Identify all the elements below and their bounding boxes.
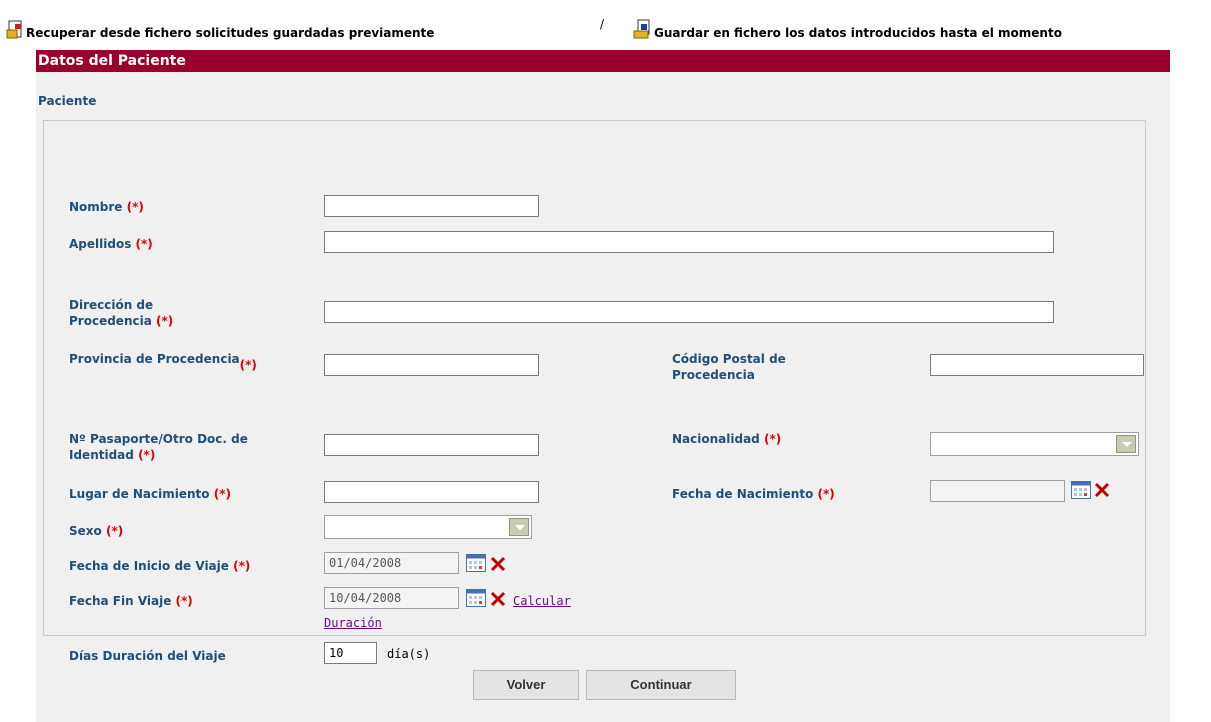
clear-x-icon[interactable] — [490, 556, 506, 572]
clear-x-icon[interactable] — [1094, 482, 1110, 498]
pasaporte-input[interactable] — [324, 434, 539, 456]
apellidos-input[interactable] — [324, 231, 1054, 253]
save-label: Guardar en fichero los datos introducido… — [654, 26, 1062, 40]
nacionalidad-label: Nacionalidad (*) — [672, 432, 782, 446]
direccion-input[interactable] — [324, 301, 1054, 323]
nombre-label: Nombre (*) — [69, 200, 144, 214]
calcular-duracion-link[interactable]: Calcular — [513, 594, 571, 608]
recover-link[interactable]: Recuperar desde fichero solicitudes guar… — [4, 18, 434, 40]
codigo-postal-label: Código Postal de Procedencia — [672, 352, 786, 382]
fecha-fin-input[interactable] — [324, 587, 459, 609]
apellidos-label: Apellidos (*) — [69, 237, 153, 251]
continuar-button[interactable]: Continuar — [586, 670, 736, 700]
pasaporte-label: Nº Pasaporte/Otro Doc. de Identidad (*) — [69, 432, 248, 462]
direccion-label: Dirección de Procedencia (*) — [69, 298, 174, 328]
toolbar-separator: / — [600, 17, 605, 31]
patient-fieldset: Nombre (*) Apellidos (*) Dirección de Pr… — [43, 120, 1146, 664]
lugar-nacimiento-label: Lugar de Nacimiento (*) — [69, 487, 231, 501]
fecha-inicio-input[interactable] — [324, 552, 459, 574]
clear-x-icon[interactable] — [490, 591, 506, 607]
calendar-icon[interactable] — [1071, 481, 1091, 499]
calendar-icon[interactable] — [466, 589, 486, 607]
lugar-nacimiento-input[interactable] — [324, 481, 539, 503]
save-link[interactable]: Guardar en fichero los datos introducido… — [632, 18, 1062, 40]
file-toolbar: Recuperar desde fichero solicitudes guar… — [0, 0, 1211, 44]
section-title: Paciente — [38, 94, 97, 108]
open-file-icon — [6, 20, 22, 39]
recover-label: Recuperar desde fichero solicitudes guar… — [26, 26, 435, 40]
patient-panel: Datos del Paciente Paciente Nombre (*) A… — [36, 50, 1170, 722]
calendar-icon[interactable] — [466, 554, 486, 572]
volver-button[interactable]: Volver — [473, 670, 579, 700]
calcular-duracion-link-cont[interactable]: Duración — [324, 616, 382, 630]
fecha-nacimiento-label: Fecha de Nacimiento (*) — [672, 487, 835, 501]
provincia-input[interactable] — [324, 354, 539, 376]
sexo-label: Sexo (*) — [69, 524, 124, 538]
fecha-inicio-label: Fecha de Inicio de Viaje (*) — [69, 559, 251, 573]
provincia-label: Provincia de Procedencia(*) — [69, 352, 257, 372]
sexo-select[interactable] — [324, 515, 532, 539]
panel-header: Datos del Paciente — [36, 50, 1170, 72]
nacionalidad-select[interactable] — [930, 432, 1139, 456]
chevron-down-icon[interactable] — [509, 518, 529, 536]
codigo-postal-input[interactable] — [930, 354, 1144, 376]
dias-unit: día(s) — [387, 647, 431, 661]
dias-duracion-label: Días Duración del Viaje — [69, 649, 226, 663]
fecha-nacimiento-input[interactable] — [930, 480, 1065, 502]
save-file-icon — [633, 19, 650, 39]
chevron-down-icon[interactable] — [1116, 435, 1136, 453]
nombre-input[interactable] — [324, 195, 539, 217]
fecha-fin-label: Fecha Fin Viaje (*) — [69, 594, 193, 608]
dias-duracion-input[interactable] — [324, 642, 377, 664]
